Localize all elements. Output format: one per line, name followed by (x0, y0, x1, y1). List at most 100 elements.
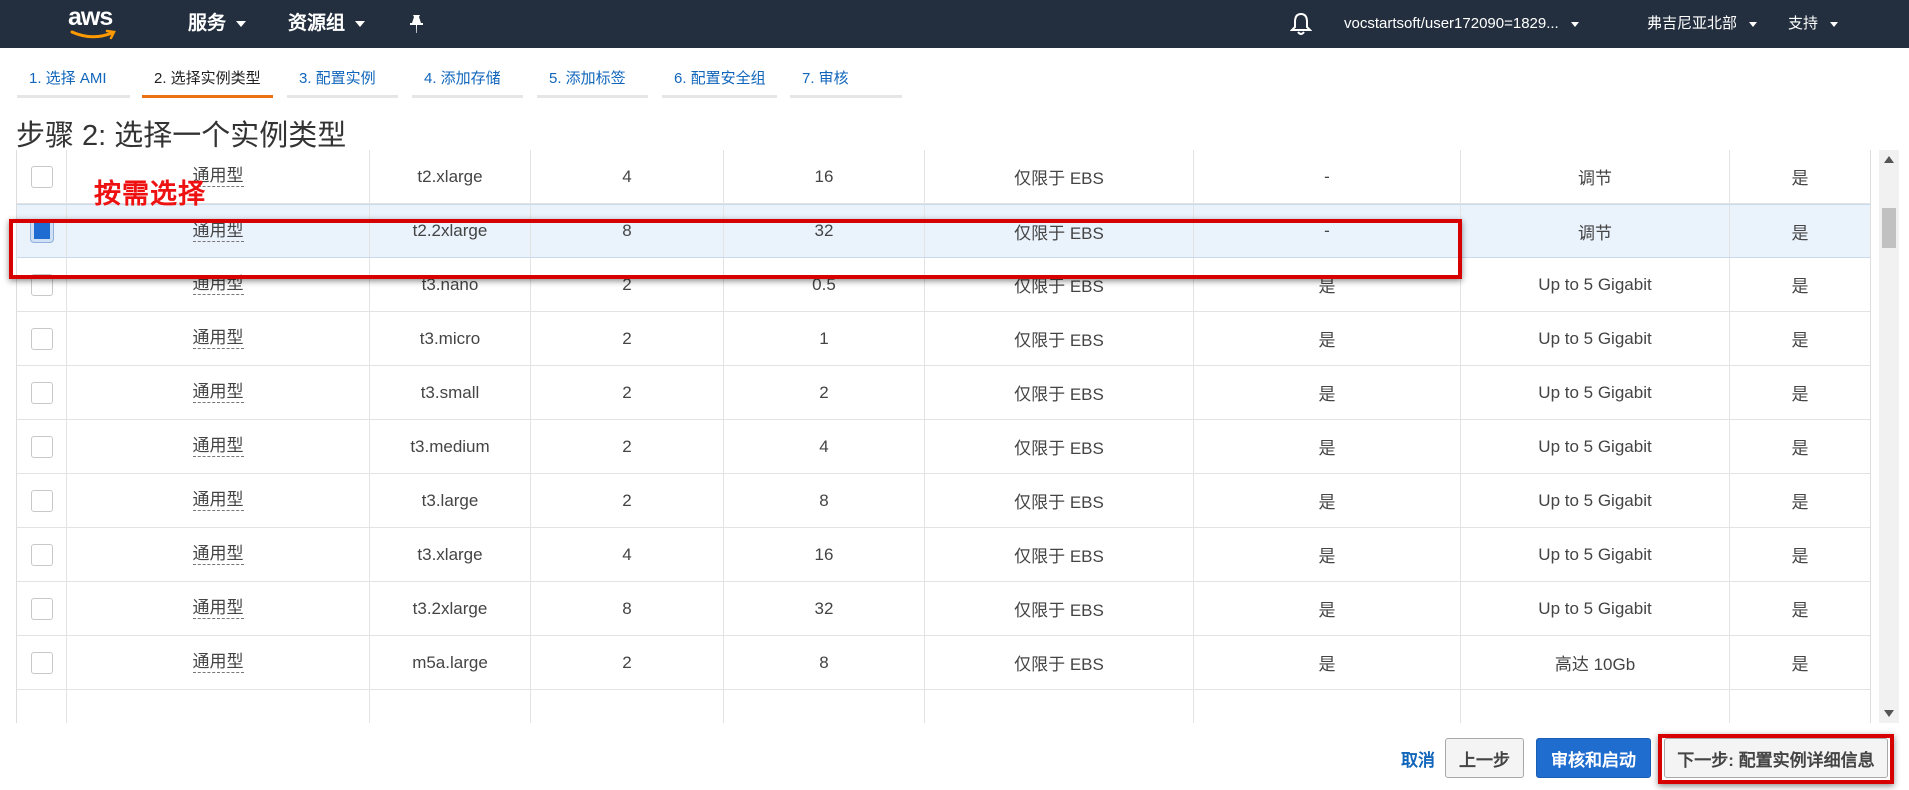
family-cell: 通用型 (67, 582, 370, 635)
row-checkbox[interactable] (30, 165, 53, 188)
family-cell: 通用型 (67, 420, 370, 473)
storage-cell: 仅限于 EBS (925, 474, 1194, 527)
memory-cell: 4 (724, 420, 925, 473)
tab-configure-security-group[interactable]: 6. 配置安全组 (662, 66, 777, 98)
notifications-button[interactable] (1290, 0, 1312, 48)
ipv6-cell: 是 (1791, 601, 1809, 620)
ipv6-cell: 是 (1791, 655, 1809, 674)
network-cell: 调节 (1461, 150, 1730, 203)
row-checkbox[interactable] (30, 381, 53, 404)
table-row[interactable]: 通用型 t3.small 2 2 仅限于 EBS 是 Up to 5 Gigab… (17, 366, 1870, 420)
storage-cell: 仅限于 EBS (925, 366, 1194, 419)
table-row[interactable]: 通用型 t3.medium 2 4 仅限于 EBS 是 Up to 5 Giga… (17, 420, 1870, 474)
type-cell (370, 690, 531, 723)
vcpu-cell: 4 (531, 528, 724, 581)
ipv6-cell: 是 (1791, 331, 1809, 350)
vcpu-cell: 2 (531, 636, 724, 689)
chevron-down-icon (1830, 21, 1839, 27)
type-cell: t3.large (370, 474, 531, 527)
resource-groups-label: 资源组 (288, 13, 346, 34)
scroll-down-icon[interactable] (1884, 710, 1894, 717)
row-checkbox[interactable] (30, 435, 53, 458)
tab-add-tags[interactable]: 5. 添加标签 (537, 66, 648, 98)
family-cell: 通用型 (67, 312, 370, 365)
memory-cell: 2 (724, 366, 925, 419)
storage-cell: 仅限于 EBS (925, 150, 1194, 203)
row-checkbox-cell[interactable] (17, 150, 67, 203)
table-row[interactable]: 通用型 m5a.large 2 8 仅限于 EBS 是 高达 10Gb 是 (17, 636, 1870, 690)
type-cell: t3.2xlarge (370, 582, 531, 635)
pin-button[interactable] (408, 0, 426, 48)
row-checkbox-cell[interactable] (17, 528, 67, 581)
network-cell: Up to 5 Gigabit (1461, 312, 1730, 365)
table-scrollbar[interactable] (1879, 150, 1899, 723)
network-cell (1461, 690, 1730, 723)
table-row[interactable]: 通用型 t2.xlarge 4 16 仅限于 EBS - 调节 是 (17, 150, 1870, 204)
scroll-up-icon[interactable] (1884, 156, 1894, 163)
memory-cell: 16 (724, 150, 925, 203)
tab-review[interactable]: 7. 审核 (790, 66, 902, 98)
vcpu-cell: 8 (531, 582, 724, 635)
storage-cell: 仅限于 EBS (925, 636, 1194, 689)
row-checkbox[interactable] (30, 597, 53, 620)
memory-cell: 32 (724, 582, 925, 635)
ebs-optimized-cell (1194, 690, 1461, 723)
aws-smile-icon (70, 29, 116, 40)
ipv6-cell: 是 (1791, 493, 1809, 512)
support-menu[interactable]: 支持 (1788, 0, 1839, 48)
cancel-button[interactable]: 取消 (1383, 738, 1453, 778)
tab-configure-instance[interactable]: 3. 配置实例 (287, 66, 398, 98)
tab-choose-ami[interactable]: 1. 选择 AMI (17, 66, 130, 98)
vcpu-cell: 2 (531, 366, 724, 419)
table-row[interactable]: 通用型 t3.xlarge 4 16 仅限于 EBS 是 Up to 5 Gig… (17, 528, 1870, 582)
vcpu-cell (531, 690, 724, 723)
ebs-optimized-cell: - (1194, 150, 1461, 203)
table-row-partial[interactable] (17, 690, 1870, 723)
network-cell: Up to 5 Gigabit (1461, 366, 1730, 419)
row-checkbox-cell[interactable] (17, 636, 67, 689)
row-checkbox-cell[interactable] (17, 312, 67, 365)
row-checkbox[interactable] (30, 489, 53, 512)
family-cell (67, 690, 370, 723)
row-checkbox[interactable] (30, 543, 53, 566)
row-checkbox-cell[interactable] (17, 366, 67, 419)
network-cell: 高达 10Gb (1461, 636, 1730, 689)
ebs-optimized-cell: 是 (1194, 636, 1461, 689)
table-row[interactable]: 通用型 t3.large 2 8 仅限于 EBS 是 Up to 5 Gigab… (17, 474, 1870, 528)
row-checkbox-cell[interactable] (17, 582, 67, 635)
previous-button[interactable]: 上一步 (1445, 738, 1524, 778)
pin-icon (410, 15, 423, 33)
row-checkbox-cell[interactable] (17, 690, 67, 723)
resource-groups-menu[interactable]: 资源组 (288, 0, 366, 48)
row-checkbox-cell[interactable] (17, 474, 67, 527)
support-label: 支持 (1788, 15, 1819, 32)
table-row[interactable]: 通用型 t3.2xlarge 8 32 仅限于 EBS 是 Up to 5 Gi… (17, 582, 1870, 636)
chevron-down-icon (236, 21, 247, 27)
storage-cell: 仅限于 EBS (925, 528, 1194, 581)
row-checkbox-cell[interactable] (17, 420, 67, 473)
tab-add-storage[interactable]: 4. 添加存储 (412, 66, 523, 98)
chevron-down-icon (355, 21, 366, 27)
account-menu[interactable]: vocstartsoft/user172090=1829... (1344, 0, 1579, 48)
tab-choose-instance-type[interactable]: 2. 选择实例类型 (142, 66, 273, 98)
storage-cell (925, 690, 1194, 723)
review-and-launch-button[interactable]: 审核和启动 (1536, 738, 1651, 778)
network-cell: Up to 5 Gigabit (1461, 474, 1730, 527)
scrollbar-thumb[interactable] (1882, 208, 1896, 248)
row-checkbox[interactable] (30, 327, 53, 350)
ebs-optimized-cell: 是 (1194, 582, 1461, 635)
ipv6-cell: 是 (1791, 385, 1809, 404)
region-menu[interactable]: 弗吉尼亚北部 (1647, 0, 1758, 48)
services-menu[interactable]: 服务 (188, 0, 247, 48)
row-checkbox[interactable] (30, 651, 53, 674)
type-cell: t3.medium (370, 420, 531, 473)
network-cell: Up to 5 Gigabit (1461, 420, 1730, 473)
vcpu-cell: 4 (531, 150, 724, 203)
family-cell: 通用型 (67, 528, 370, 581)
table-row[interactable]: 通用型 t3.micro 2 1 仅限于 EBS 是 Up to 5 Gigab… (17, 312, 1870, 366)
memory-cell: 8 (724, 474, 925, 527)
annotation-text: 按需选择 (94, 179, 206, 209)
aws-logo[interactable]: aws (68, 4, 120, 42)
ipv6-cell: 是 (1791, 223, 1809, 243)
page-title: 步骤 2: 选择一个实例类型 (16, 120, 347, 152)
